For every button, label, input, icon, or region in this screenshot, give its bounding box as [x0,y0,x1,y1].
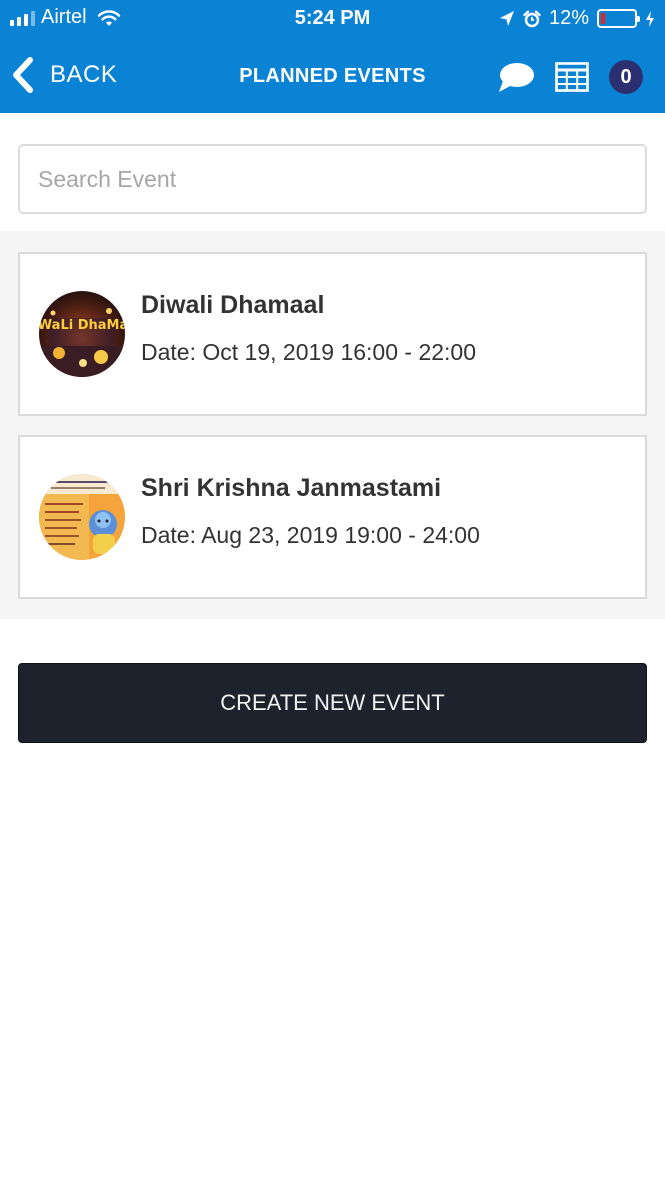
battery-percent: 12% [548,7,589,29]
chevron-left-icon [13,57,33,93]
search-input[interactable] [18,144,647,214]
battery-icon [597,9,640,28]
event-thumbnail: DiWaLi DhaMaal [39,291,125,377]
thumb-text: DiWaLi DhaMaal [39,318,125,333]
event-title: Shri Krishna Janmastami [141,474,442,502]
alarm-clock-icon [523,10,541,27]
event-title: Diwali Dhamaal [141,291,325,319]
event-list: DiWaLi DhaMaal Diwali Dhamaal Date: Oct … [0,231,665,619]
status-bar: Airtel 5:24 PM 12% [0,0,665,38]
event-card[interactable]: DiWaLi DhaMaal Diwali Dhamaal Date: Oct … [18,252,647,416]
event-card[interactable]: Shri Krishna Janmastami Date: Aug 23, 20… [18,435,647,599]
back-label: BACK [50,61,118,88]
create-new-event-button[interactable]: CREATE NEW EVENT [18,663,647,743]
search-section [0,113,665,231]
calendar-grid-icon [555,62,589,92]
calendar-button[interactable] [553,58,591,96]
location-arrow-icon [499,10,514,26]
event-date: Date: Aug 23, 2019 19:00 - 24:00 [141,522,480,548]
chat-button[interactable] [497,58,535,96]
chat-bubble-icon [499,63,534,92]
event-date: Date: Oct 19, 2019 16:00 - 22:00 [141,339,477,365]
back-button[interactable]: BACK [12,56,117,94]
event-thumbnail [39,474,125,560]
top-bar: Airtel 5:24 PM 12% BACK PLANNED EVENTS 0 [0,0,665,113]
notification-badge[interactable]: 0 [609,60,643,94]
charging-bolt-icon [646,10,654,27]
nav-header: BACK PLANNED EVENTS 0 [0,38,665,113]
